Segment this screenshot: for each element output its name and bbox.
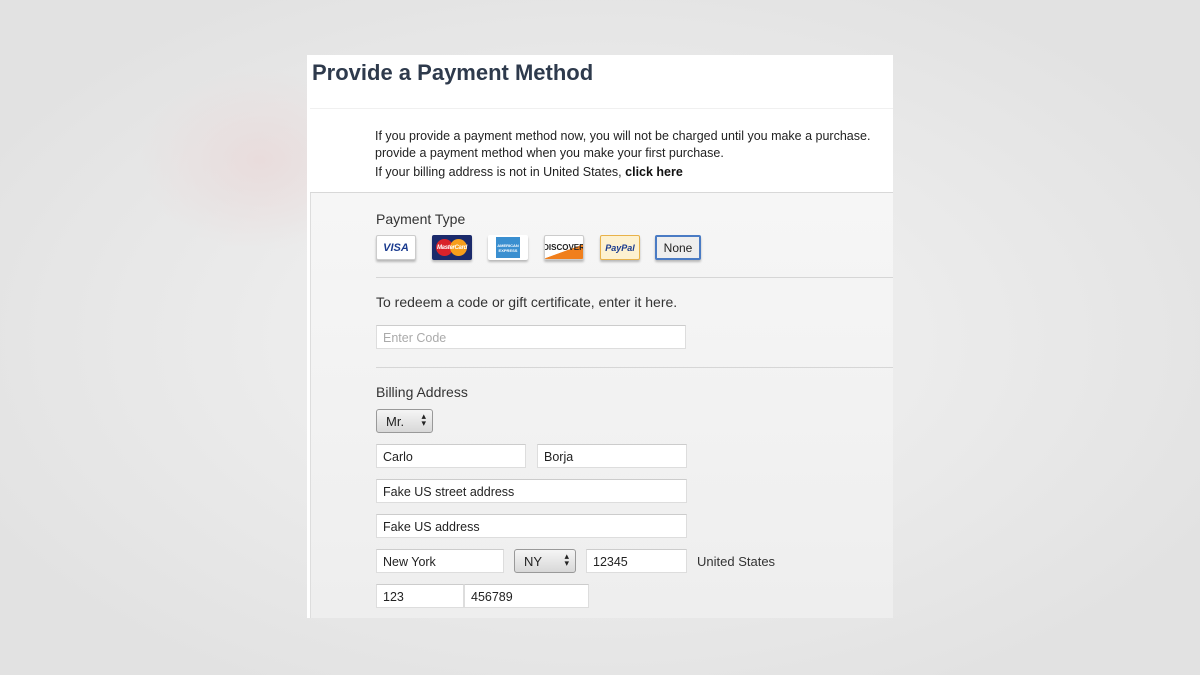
discover-card-option[interactable]: DISCOVER <box>544 235 584 260</box>
billing-address-label: Billing Address <box>376 384 468 400</box>
payment-type-label: Payment Type <box>376 211 466 227</box>
phone-input[interactable]: 456789 <box>464 584 589 608</box>
visa-card-option[interactable]: VISA <box>376 235 416 260</box>
page-title: Provide a Payment Method <box>312 60 594 85</box>
salutation-select[interactable]: Mr. ▴ ▾ <box>376 409 433 433</box>
divider <box>376 277 893 278</box>
redeem-code-input[interactable]: Enter Code <box>376 325 686 349</box>
street-address-input[interactable]: Fake US street address <box>376 479 687 503</box>
info-box: If you provide a payment method now, you… <box>310 108 893 193</box>
info-line-3: If your billing address is not in United… <box>375 165 683 179</box>
redeem-label: To redeem a code or gift certificate, en… <box>376 294 678 310</box>
zip-input[interactable]: 12345 <box>586 549 687 573</box>
click-here-link[interactable]: click here <box>625 165 683 179</box>
street-address-2-input[interactable]: Fake US address <box>376 514 687 538</box>
select-arrows-icon: ▴ ▾ <box>564 551 569 568</box>
none-payment-option[interactable]: None <box>655 235 701 260</box>
mastercard-logo-text: MasterCard <box>436 244 467 251</box>
amex-logo: American Express <box>496 237 520 258</box>
first-name-input[interactable]: Carlo <box>376 444 526 468</box>
info-line-2: provide a payment method when you make y… <box>375 146 724 160</box>
paypal-card-option[interactable]: PayPal <box>600 235 640 260</box>
state-select[interactable]: NY ▴ ▾ <box>514 549 576 573</box>
mastercard-card-option[interactable]: MasterCard <box>432 235 472 260</box>
country-label: United States <box>697 554 776 569</box>
amex-logo-text: American Express <box>497 242 519 253</box>
divider <box>376 367 893 368</box>
select-arrows-icon: ▴ ▾ <box>421 411 426 428</box>
city-input[interactable]: New York <box>376 549 504 573</box>
amex-card-option[interactable]: American Express <box>488 235 528 260</box>
payment-form: Payment Type VISA MasterCard American Ex… <box>310 193 893 618</box>
area-code-input[interactable]: 123 <box>376 584 464 608</box>
last-name-input[interactable]: Borja <box>537 444 687 468</box>
payment-panel: Provide a Payment Method If you provide … <box>307 55 893 618</box>
info-line-1: If you provide a payment method now, you… <box>375 129 871 143</box>
